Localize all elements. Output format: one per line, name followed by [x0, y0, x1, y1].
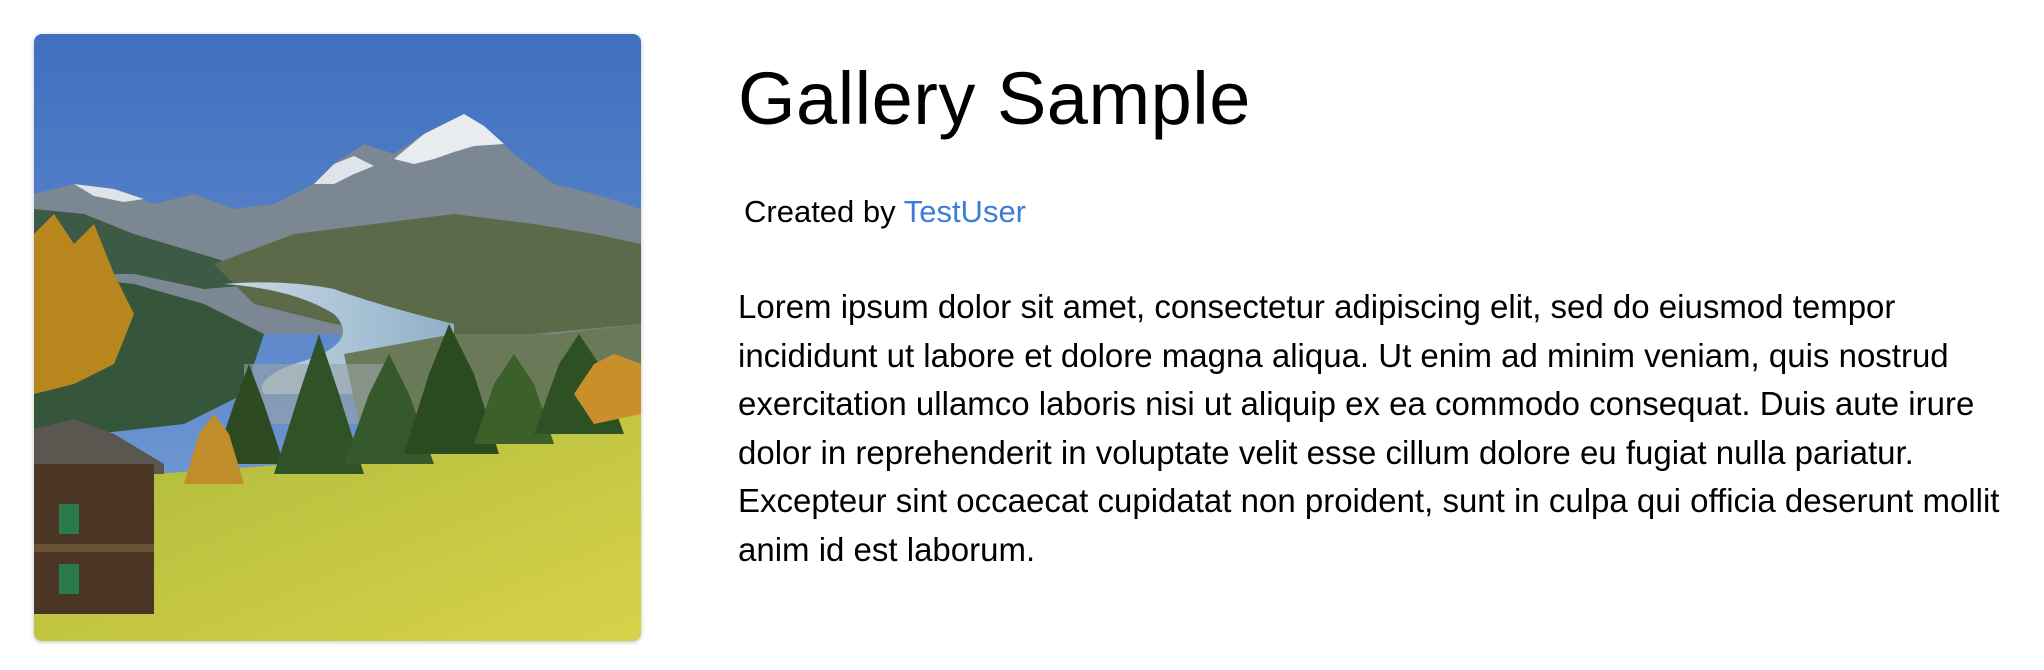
gallery-card: Gallery Sample Created by TestUser Lorem… — [0, 0, 2044, 670]
author-link[interactable]: TestUser — [904, 194, 1026, 229]
gallery-image[interactable] — [34, 34, 641, 641]
gallery-info: Gallery Sample Created by TestUser Lorem… — [738, 40, 2028, 574]
mountain-landscape-image — [34, 34, 641, 641]
gallery-title: Gallery Sample — [738, 57, 1251, 140]
byline: Created by TestUser — [744, 192, 2028, 232]
gallery-description: Lorem ipsum dolor sit amet, consectetur … — [738, 288, 2000, 568]
created-by-label: Created by — [744, 194, 896, 229]
